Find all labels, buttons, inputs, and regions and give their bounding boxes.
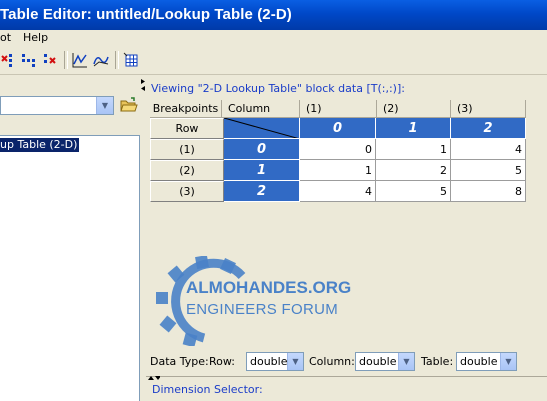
- table-cell[interactable]: 8: [451, 181, 526, 202]
- col-header-2: (2): [377, 100, 451, 118]
- table-cell[interactable]: 0: [300, 139, 376, 160]
- title-bar: Table Editor: untitled/Lookup Table (2-D…: [0, 0, 547, 30]
- table-cell[interactable]: 2: [376, 160, 451, 181]
- col-header-3: (3): [451, 100, 526, 118]
- menu-help[interactable]: Help: [23, 31, 48, 44]
- row-breakpoint-1[interactable]: 0: [224, 139, 300, 160]
- row-label-header: Row: [150, 118, 224, 139]
- row-type-select[interactable]: double ▼: [246, 352, 304, 371]
- col-header-1: (1): [300, 100, 377, 118]
- plot-mesh-icon[interactable]: [93, 52, 109, 68]
- col-breakpoint-1[interactable]: 0: [300, 118, 376, 139]
- table-cell[interactable]: 5: [376, 181, 451, 202]
- viewing-caption: Viewing "2-D Lookup Table" block data [T…: [151, 82, 405, 95]
- chevron-down-icon[interactable]: ▼: [96, 97, 113, 114]
- data-type-row: Data Type: Row: double ▼ Column: double …: [150, 351, 547, 371]
- row-header-2: (2): [150, 160, 224, 181]
- table-type-select[interactable]: double ▼: [456, 352, 517, 371]
- row-breakpoint-2[interactable]: 1: [224, 160, 300, 181]
- breakpoints-header: Breakpoints: [150, 100, 222, 118]
- window-title: Table Editor: untitled/Lookup Table (2-D…: [0, 6, 292, 23]
- chevron-down-icon[interactable]: ▼: [500, 353, 516, 370]
- row-header-1: (1): [150, 139, 224, 160]
- menu-plot[interactable]: ot: [0, 31, 11, 44]
- table-cell[interactable]: 1: [300, 160, 376, 181]
- insert-column-icon[interactable]: [21, 52, 37, 68]
- col-breakpoint-3[interactable]: 2: [451, 118, 526, 139]
- table-type-label: Table:: [421, 355, 454, 368]
- column-type-label: Column:: [309, 355, 355, 368]
- row-header-3: (3): [150, 181, 224, 202]
- table-cell[interactable]: 4: [451, 139, 526, 160]
- table-type-value: double: [460, 355, 498, 368]
- block-tree[interactable]: up Table (2-D): [0, 135, 140, 401]
- tree-item-selected[interactable]: up Table (2-D): [0, 138, 80, 152]
- column-type-value: double: [359, 355, 397, 368]
- toolbar: [0, 46, 547, 75]
- col-breakpoint-2[interactable]: 1: [376, 118, 451, 139]
- watermark-line-2: ENGINEERS FORUM: [186, 301, 339, 318]
- column-header: Column: [222, 100, 300, 118]
- chevron-down-icon[interactable]: ▼: [398, 353, 414, 370]
- right-pane: Viewing "2-D Lookup Table" block data [T…: [146, 76, 547, 400]
- chevron-down-icon[interactable]: ▼: [287, 353, 303, 370]
- delete-column-icon[interactable]: [0, 52, 16, 68]
- row-type-value: double: [250, 355, 288, 368]
- table-cell[interactable]: 5: [451, 160, 526, 181]
- plot-icon[interactable]: [72, 52, 88, 68]
- table-cell[interactable]: 1: [376, 139, 451, 160]
- column-type-select[interactable]: double ▼: [355, 352, 415, 371]
- delete-row-icon[interactable]: [42, 52, 58, 68]
- data-type-label: Data Type:: [150, 355, 209, 368]
- toolbar-separator: [64, 51, 68, 69]
- left-pane: ▼ up Table (2-D): [0, 76, 140, 401]
- table-cell[interactable]: 4: [300, 181, 376, 202]
- dimension-selector-label: Dimension Selector:: [152, 383, 263, 396]
- watermark-line-1: ALMOHANDES.ORG: [186, 278, 352, 297]
- block-combo-box[interactable]: ▼: [0, 96, 114, 115]
- open-folder-icon[interactable]: [120, 97, 138, 113]
- menu-bar: ot Help: [0, 30, 547, 46]
- collapse-arrows-icon[interactable]: [148, 375, 160, 381]
- grid-table-icon[interactable]: [123, 52, 139, 68]
- toolbar-separator: [115, 51, 119, 69]
- corner-cell: [224, 118, 300, 139]
- row-breakpoint-3[interactable]: 2: [224, 181, 300, 202]
- panel-divider[interactable]: [146, 376, 547, 381]
- row-type-label: Row:: [209, 355, 235, 368]
